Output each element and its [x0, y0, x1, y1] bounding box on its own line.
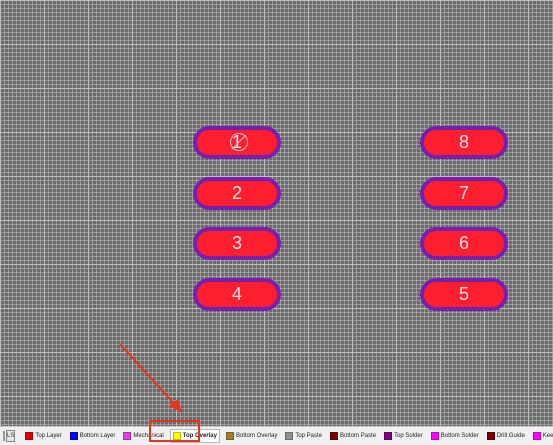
layer-color-swatch: [172, 432, 181, 440]
layer-tab-label: Bottom Layer: [79, 433, 116, 439]
layer-color-swatch: [532, 432, 541, 440]
pad-5[interactable]: 5: [420, 278, 508, 311]
pad-label: 7: [458, 183, 469, 203]
layer-tab-top-overlay[interactable]: Top Overlay: [169, 429, 220, 443]
current-layer-color-swatch[interactable]: [3, 431, 5, 441]
pad-label: 4: [231, 284, 242, 304]
annotation-arrow-icon: [119, 343, 182, 413]
layer-tab-label: Bottom Solder: [440, 433, 479, 439]
layer-tab-bottom-solder[interactable]: Bottom Solder: [429, 429, 481, 443]
layer-set-button[interactable]: LS: [6, 430, 16, 442]
layer-tab-label: Bottom Overlay: [235, 433, 278, 439]
layer-color-swatch: [285, 432, 294, 440]
layer-color-swatch: [69, 432, 78, 440]
layer-tab-label: Bottom Paste: [340, 433, 377, 439]
layer-tab-top-solder[interactable]: Top Solder: [382, 429, 425, 443]
layer-color-swatch: [225, 432, 234, 440]
pad-4[interactable]: 4: [193, 278, 281, 311]
layer-tab-label: Top Overlay: [182, 433, 217, 439]
layer-tab-label: Top Layer: [35, 433, 62, 439]
layer-tabs-bar: LS Top Layer Bottom Layer Mechanical Top Ov…: [0, 426, 553, 445]
layer-tab-drill-guide[interactable]: Drill Guide: [485, 429, 527, 443]
layer-tab-top-layer[interactable]: Top Layer: [23, 429, 63, 443]
layer-tab-top-paste[interactable]: Top Paste: [283, 429, 324, 443]
layer-tab-label: Mechanical: [133, 433, 164, 439]
pad-8[interactable]: 8: [420, 126, 508, 159]
layer-color-swatch: [25, 432, 34, 440]
pad-3[interactable]: 3: [193, 227, 281, 260]
pad-7[interactable]: 7: [420, 177, 508, 210]
layer-tab-label: Drill Guide: [496, 433, 525, 439]
layer-color-swatch: [123, 432, 132, 440]
layer-tab-label: Top Paste: [295, 433, 323, 439]
layer-tab-bottom-paste[interactable]: Bottom Paste: [328, 429, 378, 443]
layer-color-swatch: [430, 432, 439, 440]
layer-tabs: Top Layer Bottom Layer Mechanical Top Overl…: [23, 429, 553, 443]
pad-label: 8: [458, 132, 469, 152]
layer-color-swatch: [486, 432, 495, 440]
pad-label: 5: [458, 284, 469, 304]
pad-label: 2: [231, 183, 242, 203]
layer-tab-keep-out-layer[interactable]: Keep-Out Layer: [531, 429, 553, 443]
layer-color-swatch: [330, 432, 339, 440]
layer-tab-label: Top Solder: [394, 433, 423, 439]
layer-tab-bottom-overlay[interactable]: Bottom Overlay: [224, 429, 279, 443]
pad-2[interactable]: 2: [193, 177, 281, 210]
pad-1[interactable]: 1: [193, 126, 281, 159]
pcb-canvas[interactable]: 1 2 3 4 8 7 6 5: [0, 0, 553, 427]
pad-label: 3: [231, 233, 242, 253]
layer-color-swatch: [384, 432, 393, 440]
layer-tab-bottom-layer[interactable]: Bottom Layer: [68, 429, 118, 443]
pad-label: 6: [458, 233, 469, 253]
layer-tab-label: Keep-Out Layer: [542, 433, 553, 439]
pad-6[interactable]: 6: [420, 227, 508, 260]
layer-tab-mechanical[interactable]: Mechanical: [121, 429, 165, 443]
pad-label: 1: [231, 132, 242, 152]
